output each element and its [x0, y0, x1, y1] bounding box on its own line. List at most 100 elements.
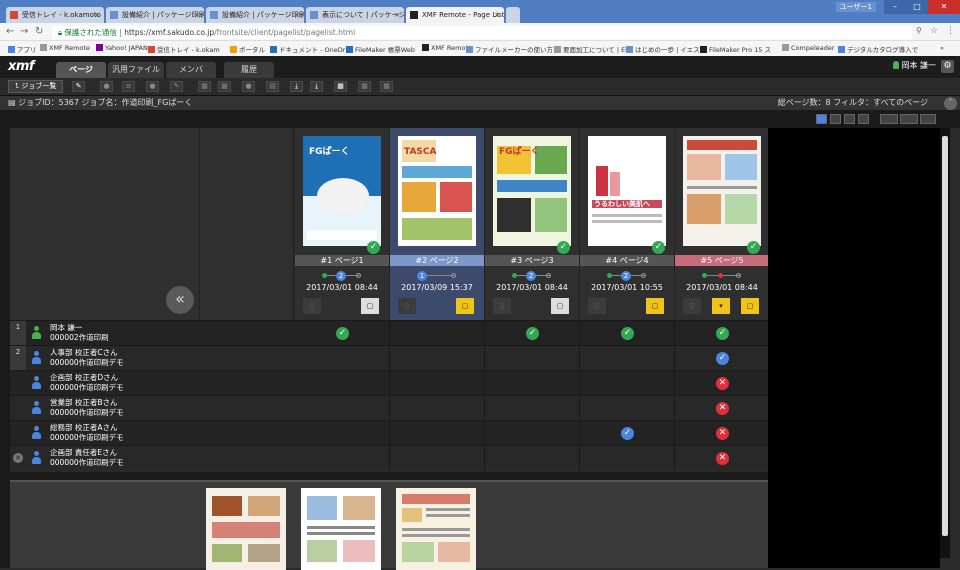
- browser-tab[interactable]: 受信トレイ - k.okamoto ×: [6, 7, 104, 23]
- pdf-icon[interactable]: ▯: [398, 298, 416, 314]
- close-icon[interactable]: ×: [294, 7, 300, 23]
- pencil-icon[interactable]: ✎: [170, 81, 183, 92]
- edit-icon[interactable]: ✎: [72, 81, 85, 92]
- zoom-icon[interactable]: ⚲: [916, 26, 922, 35]
- page-thumbnail[interactable]: TASCA: [398, 136, 476, 246]
- reload-icon[interactable]: ↻: [35, 26, 43, 37]
- bookmark-item[interactable]: ファイルメーカーの使い方: [466, 44, 553, 54]
- strip-thumbnail-8[interactable]: [396, 488, 476, 570]
- bookmark-item[interactable]: 受信トレイ - k.okam: [148, 44, 220, 54]
- layout-icon[interactable]: ▦: [358, 81, 371, 92]
- new-tab-button[interactable]: [506, 7, 520, 23]
- bookmark-item[interactable]: 要面加工について | El: [554, 44, 627, 54]
- bookmark-item[interactable]: アプリ: [8, 44, 37, 54]
- view-grid-icon[interactable]: [816, 114, 827, 124]
- bookmark-item[interactable]: Compeleader: [782, 44, 835, 52]
- rejected-icon[interactable]: ✕: [716, 452, 729, 465]
- collapse-icon[interactable]: ˅: [944, 97, 957, 110]
- download-icon[interactable]: ⤓: [290, 81, 303, 92]
- maximize-button[interactable]: □: [906, 0, 928, 14]
- gear-icon[interactable]: ⚙: [941, 60, 954, 73]
- page-thumbnail[interactable]: うるわしい美肌へ: [588, 136, 666, 246]
- record-icon[interactable]: ●: [146, 81, 159, 92]
- url-input[interactable]: 🔒︎ 保護された通信 | https://xmf.sakudo.co.jp/fr…: [52, 26, 912, 39]
- close-window-button[interactable]: ✕: [928, 0, 960, 14]
- page-thumbnail[interactable]: FGぱーく: [493, 136, 571, 246]
- current-user[interactable]: 岡本 謙一: [893, 60, 936, 71]
- pdf-icon[interactable]: ▯: [303, 298, 321, 314]
- bookmark-item[interactable]: FileMaker Pro 15 ス: [700, 44, 771, 54]
- record-icon[interactable]: ●: [100, 81, 113, 92]
- page-select-icon[interactable]: [900, 114, 918, 124]
- close-icon[interactable]: ×: [194, 7, 200, 23]
- pdf-icon[interactable]: ▯: [683, 298, 701, 314]
- browser-user-label[interactable]: ユーザー1: [835, 2, 876, 12]
- strip-thumbnail-7[interactable]: [301, 488, 381, 570]
- tab-pages[interactable]: ページ: [56, 62, 106, 78]
- view-list-icon[interactable]: [858, 114, 869, 124]
- view-spread-icon[interactable]: [830, 114, 841, 124]
- rejected-icon[interactable]: ✕: [716, 427, 729, 440]
- note-icon[interactable]: ▢: [551, 298, 569, 314]
- view-single-icon[interactable]: [844, 114, 855, 124]
- page-icon[interactable]: ▦: [218, 81, 231, 92]
- browser-tab[interactable]: 表示について | パッケージ印 ×: [306, 7, 404, 23]
- pdf-icon[interactable]: ▯: [588, 298, 606, 314]
- vertical-scrollbar[interactable]: [940, 128, 950, 558]
- approved-check-icon[interactable]: ✓: [526, 327, 539, 340]
- note-icon[interactable]: ▢: [456, 298, 474, 314]
- layout-icon[interactable]: ▦: [334, 81, 347, 92]
- approved-check-icon[interactable]: ✓: [621, 427, 634, 440]
- job-list-button[interactable]: ⮤ ジョブ一覧: [8, 80, 64, 93]
- back-arrow-icon[interactable]: ←: [6, 26, 14, 37]
- bookmark-item[interactable]: ドキュメント - OneDriv: [270, 44, 351, 54]
- list-icon[interactable]: ≡: [122, 81, 135, 92]
- close-icon[interactable]: ×: [494, 7, 500, 23]
- bookmark-item[interactable]: XMF Remote: [422, 44, 472, 52]
- browser-tab[interactable]: XMF Remote - Page List ×: [406, 7, 504, 23]
- right-panel: [768, 128, 940, 568]
- remove-icon[interactable]: ✕: [13, 453, 23, 463]
- close-icon[interactable]: ×: [94, 7, 100, 23]
- bookmark-item[interactable]: FileMaker 帳票Web: [346, 44, 415, 54]
- note-icon[interactable]: ▢: [646, 298, 664, 314]
- page-icon[interactable]: ▦: [198, 81, 211, 92]
- bookmarks-more[interactable]: »: [940, 44, 944, 52]
- browser-tab[interactable]: 設備紹介 | パッケージ印刷 ×: [206, 7, 304, 23]
- tab-history[interactable]: 履歴: [224, 62, 274, 78]
- minimize-button[interactable]: –: [884, 0, 906, 14]
- forward-arrow-icon[interactable]: →: [20, 26, 28, 37]
- approved-check-icon[interactable]: ✓: [621, 327, 634, 340]
- print-icon[interactable]: ▤: [266, 81, 279, 92]
- approved-check-icon[interactable]: ✓: [716, 352, 729, 365]
- page-thumbnail[interactable]: FGぱーく: [303, 136, 381, 246]
- layout-icon[interactable]: ▦: [380, 81, 393, 92]
- download-icon[interactable]: ⤓: [310, 81, 323, 92]
- bookmark-item[interactable]: デジタルカタログ導入で: [838, 44, 918, 54]
- page-thumbnail[interactable]: [683, 136, 761, 246]
- scrollbar-thumb[interactable]: [942, 136, 948, 536]
- bookmark-star-icon[interactable]: ☆: [930, 26, 938, 36]
- strip-thumbnail-6[interactable]: [206, 488, 286, 570]
- collapse-left-button[interactable]: «: [166, 286, 194, 314]
- bookmark-item[interactable]: はじめの一歩 | イエス: [626, 44, 700, 54]
- rejected-icon[interactable]: ✕: [716, 377, 729, 390]
- prev-page-icon[interactable]: [880, 114, 898, 124]
- close-icon[interactable]: ×: [394, 7, 400, 23]
- bookmark-item[interactable]: ポータル: [230, 44, 265, 54]
- rejected-icon[interactable]: ✕: [716, 402, 729, 415]
- approved-check-icon[interactable]: ✓: [336, 327, 349, 340]
- browser-tab[interactable]: 設備紹介 | パッケージ印刷 ×: [106, 7, 204, 23]
- approved-check-icon[interactable]: ✓: [716, 327, 729, 340]
- note-icon[interactable]: ▢: [741, 298, 759, 314]
- note-icon[interactable]: ▢: [361, 298, 379, 314]
- tab-general-files[interactable]: 汎用ファイル: [108, 62, 164, 78]
- bookmark-item[interactable]: XMF Remote: [40, 44, 90, 52]
- tab-members[interactable]: メンバ: [166, 62, 216, 78]
- record-icon[interactable]: ●: [242, 81, 255, 92]
- next-page-icon[interactable]: [920, 114, 936, 124]
- menu-icon[interactable]: ⋮: [946, 26, 955, 36]
- pdf-icon[interactable]: ▯: [493, 298, 511, 314]
- comment-icon[interactable]: ▾: [712, 298, 730, 314]
- bookmark-item[interactable]: Yahoo! JAPAN: [96, 44, 148, 52]
